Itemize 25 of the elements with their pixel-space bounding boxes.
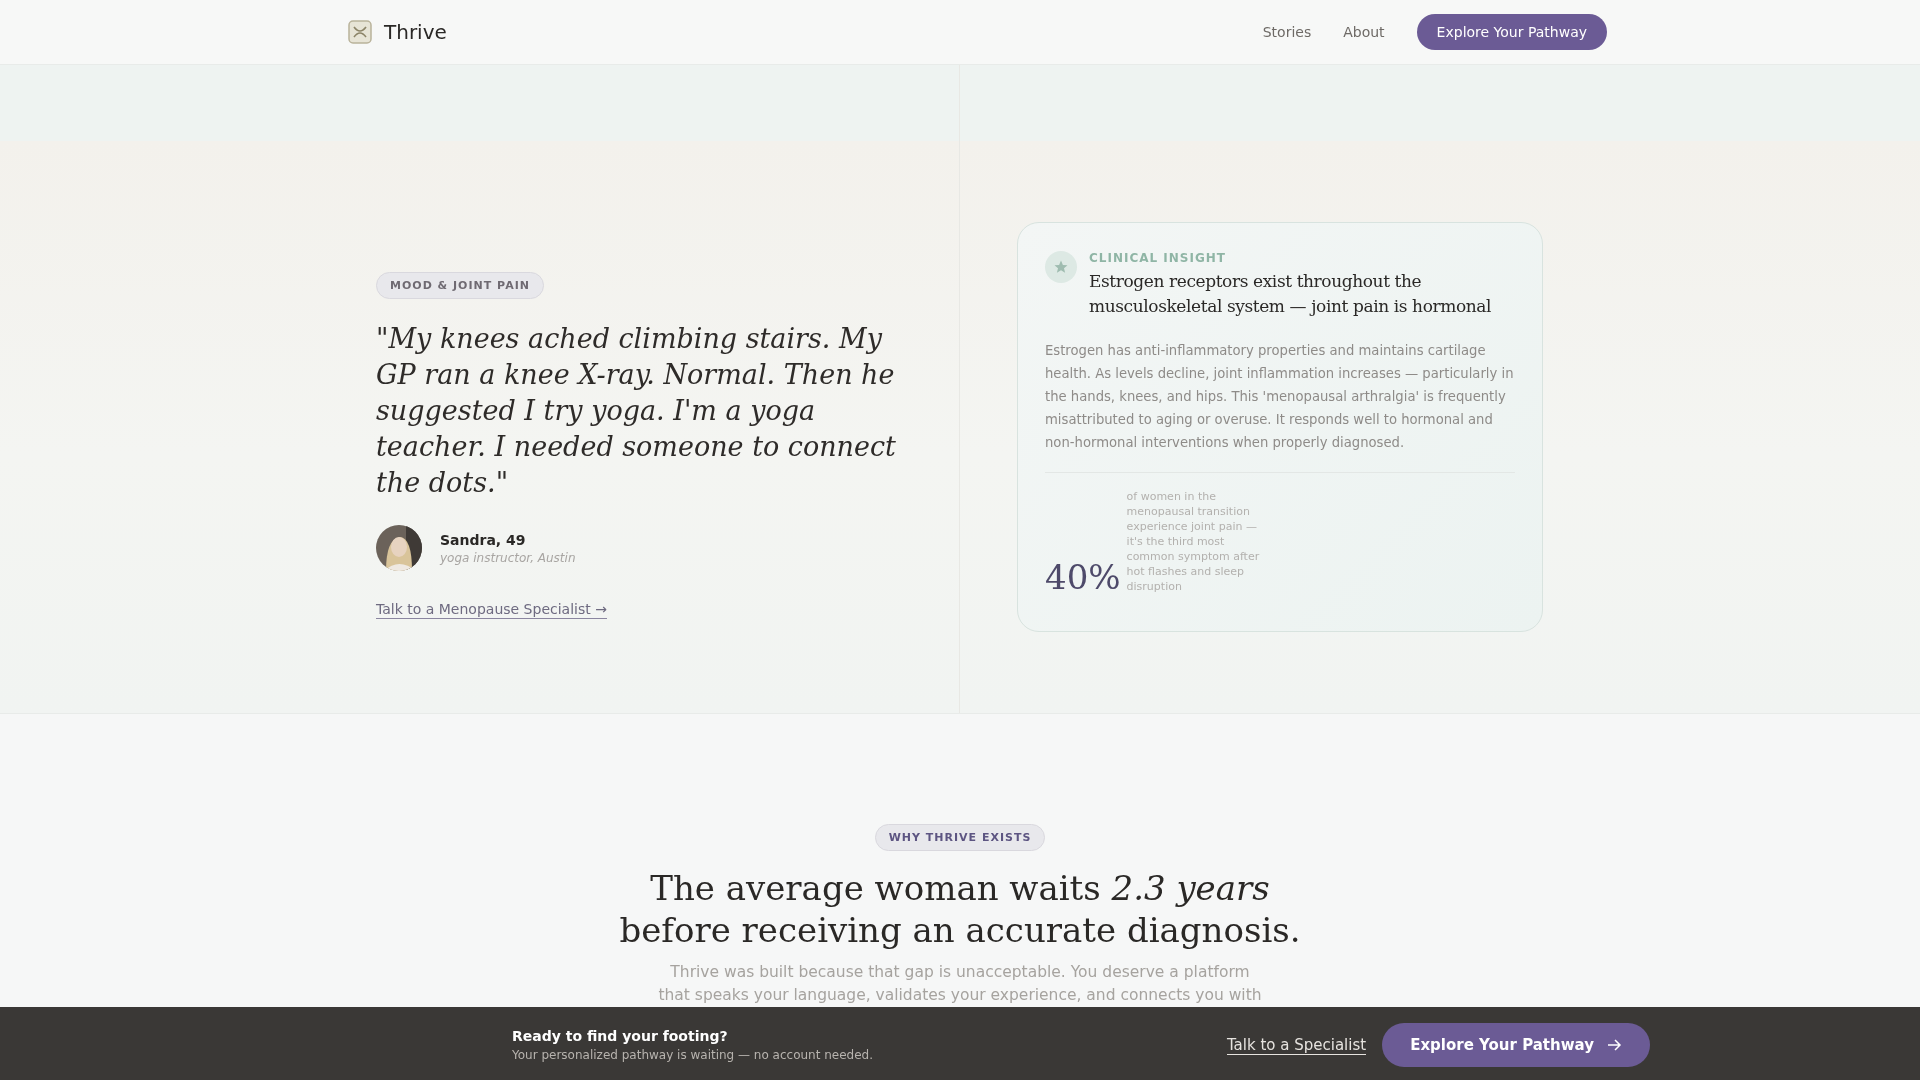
brand-name[interactable]: Thrive: [384, 20, 447, 44]
testimonial-quote: "My knees ached climbing stairs. My GP ran a knee X-ray. Normal. Then he suggested I try yoga. I'm a yoga teacher. I needed someone to connect the dots.": [376, 322, 897, 500]
section-paragraph: that speaks your language, validates your experience, and connects you with: [658, 985, 1262, 1006]
bar-title: Ready to find your footing?: [512, 1028, 729, 1044]
section-heading: before receiving an accurate diagnosis.: [619, 909, 1301, 951]
arrow-icon: [1606, 1037, 1622, 1053]
nav-link[interactable]: Stories: [1262, 24, 1312, 40]
insight-body: Estrogen has anti-inflammatory properties and maintains cartilage health. As levels decline, joint inflammation increases — particularly in the hands, knees, and hips. This 'menopausal arthralgia' is frequently misattributed to aging or overuse. It responds well to hormonal and non-hormonal interventions when properly diagnosed.: [1045, 342, 1515, 452]
logo-icon[interactable]: [346, 18, 374, 46]
insight-title: Estrogen receptors exist throughout the musculoskeletal system — joint pain is hormonal: [1089, 270, 1493, 318]
nav-link[interactable]: About: [1343, 24, 1385, 40]
bar-subtitle: Your personalized pathway is waiting — no account needed.: [512, 1048, 874, 1062]
category-tag: MOOD & JOINT PAIN: [376, 272, 544, 299]
stat-caption: of women in the menopausal transition experience joint pain — it's the third most common symptom after hot flashes and sleep disruption: [1126, 489, 1261, 594]
specialist-link[interactable]: Talk to a Specialist: [1226, 1035, 1367, 1055]
section-heading: The average woman waits 2.3 years: [649, 867, 1271, 909]
author-name: Sandra, 49: [440, 531, 527, 548]
explore-pathway-button[interactable]: Explore Your Pathway: [1382, 1023, 1650, 1067]
author-role: yoga instructor, Austin: [440, 550, 576, 565]
stat-value: 40%: [1045, 560, 1121, 594]
explore-pathway-button[interactable]: Explore Your Pathway: [1416, 14, 1607, 50]
section-tag: WHY THRIVE EXISTS: [874, 824, 1046, 851]
specialist-link[interactable]: Talk to a Menopause Specialist →: [376, 601, 607, 619]
insight-eyebrow: CLINICAL INSIGHT: [1089, 251, 1228, 265]
section-paragraph: Thrive was built because that gap is unacceptable. You deserve a platform: [669, 962, 1251, 983]
